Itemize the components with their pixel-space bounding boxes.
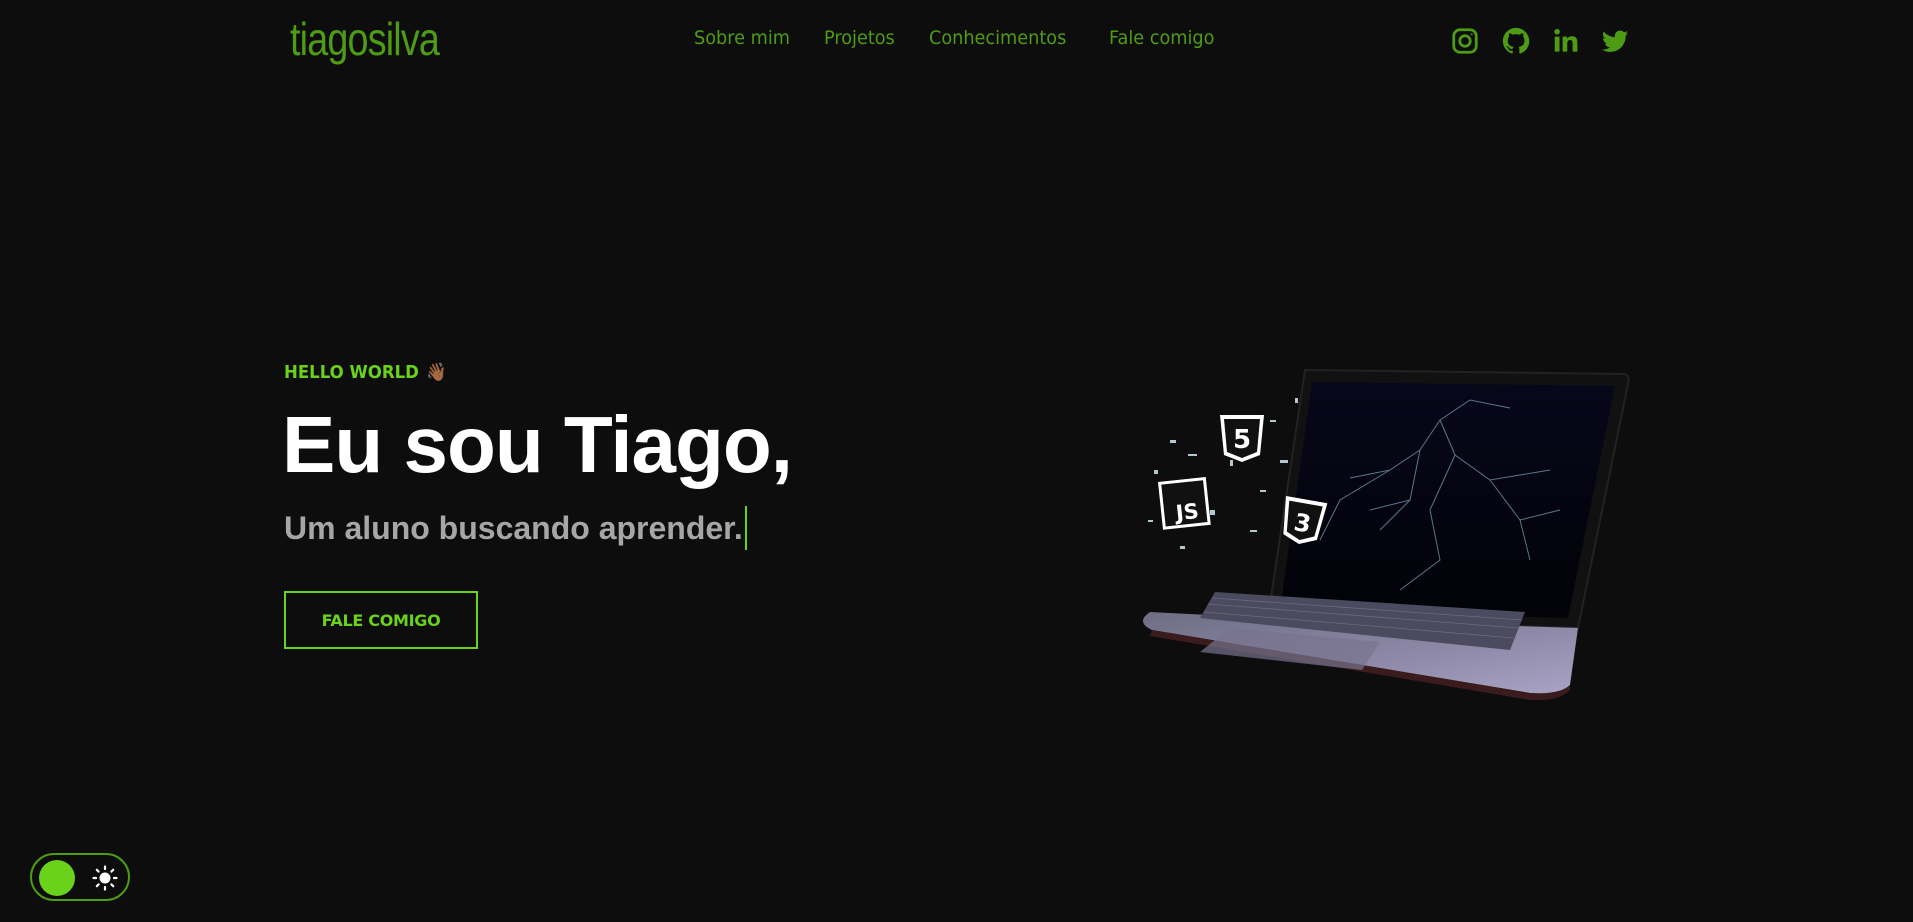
js-badge-text: JS bbox=[1173, 499, 1200, 525]
page: tiagosilva Sobre mim Projetos Conhecimen… bbox=[0, 0, 1913, 922]
subline-text: Um aluno buscando aprender. bbox=[284, 509, 743, 546]
headline: Eu sou Tiago, bbox=[282, 400, 793, 489]
logo[interactable]: tiagosilva bbox=[290, 16, 440, 62]
laptop-illustration: 5 JS 3 bbox=[1090, 360, 1650, 701]
instagram-icon[interactable] bbox=[1448, 24, 1482, 58]
sun-icon bbox=[92, 865, 118, 891]
html5-badge-text: 5 bbox=[1233, 425, 1251, 455]
greeting-text: HELLO WORLD bbox=[284, 362, 419, 383]
typing-subline: Um aluno buscando aprender. bbox=[284, 506, 747, 550]
linkedin-icon[interactable] bbox=[1549, 24, 1583, 58]
typing-caret bbox=[744, 506, 747, 550]
toggle-knob bbox=[39, 860, 75, 896]
nav-projetos[interactable]: Projetos bbox=[824, 27, 895, 49]
nav-sobre-mim[interactable]: Sobre mim bbox=[694, 27, 790, 49]
github-icon[interactable] bbox=[1499, 24, 1533, 58]
nav-conhecimentos[interactable]: Conhecimentos bbox=[929, 27, 1066, 49]
fale-comigo-button[interactable]: FALE COMIGO bbox=[284, 591, 478, 649]
wave-emoji: 👋🏾 bbox=[426, 362, 447, 383]
greeting: HELLO WORLD 👋🏾 bbox=[284, 362, 447, 383]
theme-toggle[interactable] bbox=[30, 853, 130, 901]
twitter-icon[interactable] bbox=[1598, 24, 1632, 58]
nav-fale-comigo[interactable]: Fale comigo bbox=[1109, 27, 1214, 49]
